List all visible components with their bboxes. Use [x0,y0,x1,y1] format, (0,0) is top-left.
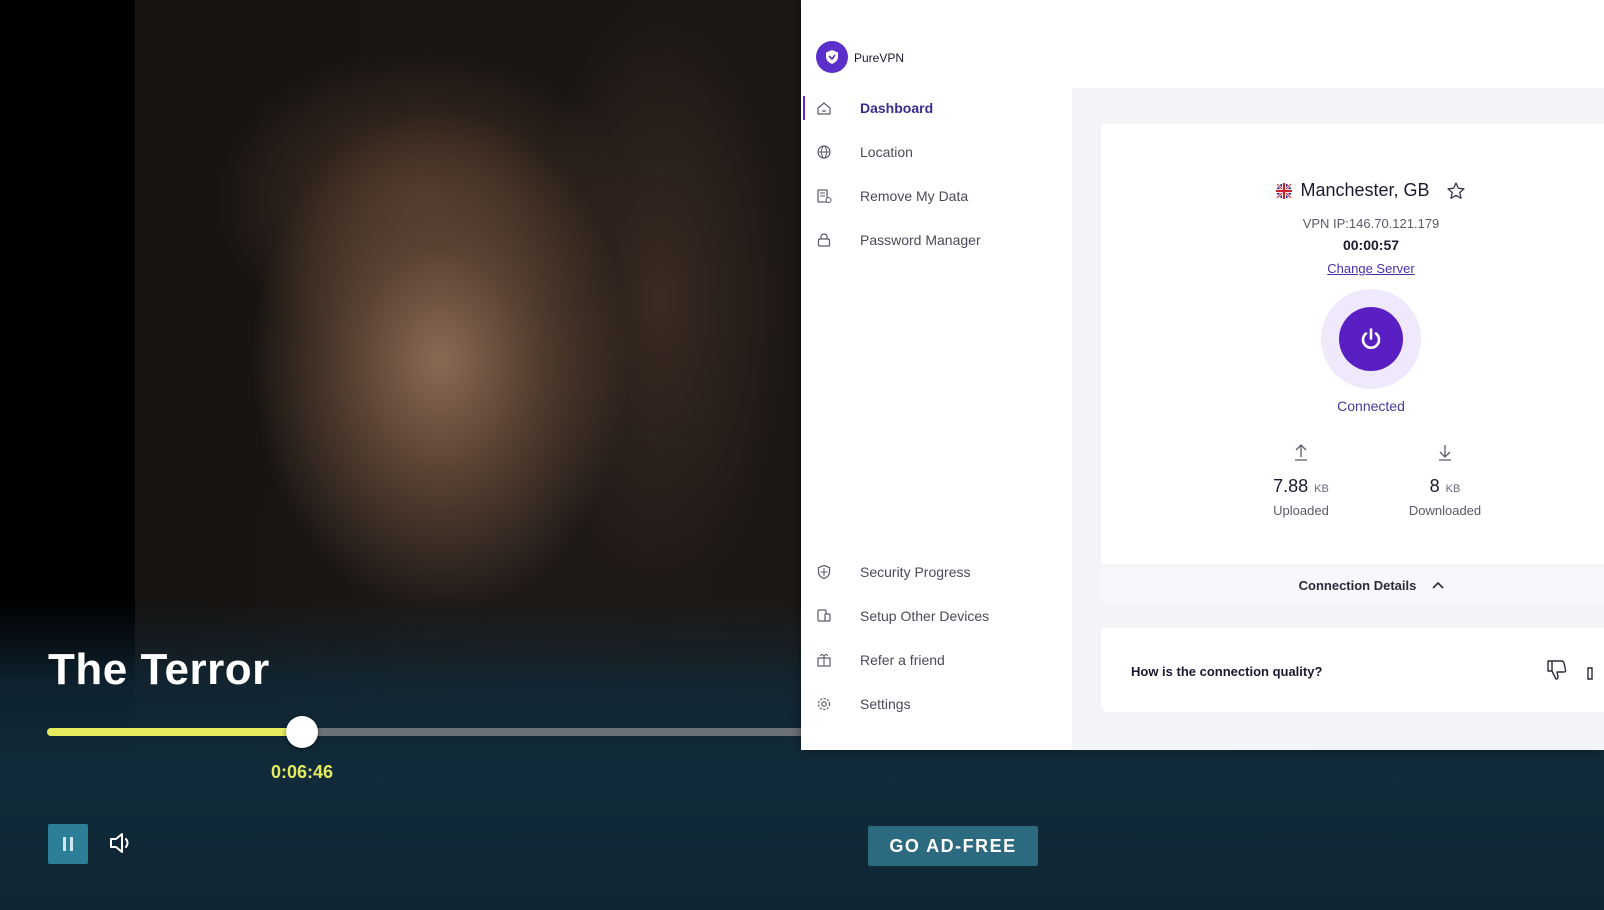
pause-icon-bar-right [70,837,73,851]
sidebar-item-label: Location [860,144,913,160]
sidebar: Dashboard Location Remove My Data Passwo… [801,88,1072,750]
sidebar-item-remove-my-data[interactable]: Remove My Data [801,176,1072,216]
screen: The Terror 0:06:46 GO AD-FREE PureVPN Da… [0,0,1604,910]
volume-button[interactable] [108,830,134,856]
progress-bar[interactable] [47,716,807,748]
power-button-halo [1321,289,1421,389]
sidebar-item-setup-other-devices[interactable]: Setup Other Devices [801,596,1072,636]
upload-stat: 7.88 KB Uploaded [1246,442,1356,518]
thumbs-up-icon[interactable] [1587,662,1601,680]
sidebar-item-label: Setup Other Devices [860,608,990,624]
globe-icon [817,145,831,159]
sidebar-item-label: Remove My Data [860,188,969,204]
connection-quality-question: How is the connection quality? [1131,664,1323,679]
upload-unit: KB [1314,483,1329,495]
sidebar-item-label: Refer a friend [860,652,945,668]
download-label: Downloaded [1408,503,1482,518]
sidebar-item-settings[interactable]: Settings [801,684,1072,724]
connection-details-toggle[interactable]: Connection Details [1101,567,1604,603]
lock-icon [817,233,831,247]
brand-name: PureVPN [854,51,905,65]
upload-value-line: 7.88 KB [1246,476,1356,497]
power-icon [1361,328,1381,349]
connection-status-card: Manchester, GB VPN IP:146.70.121.179 00:… [1101,124,1604,564]
connection-details-label: Connection Details [1298,577,1417,593]
current-time: 0:06:46 [270,762,334,782]
dashboard-content: Manchester, GB VPN IP:146.70.121.179 00:… [1072,88,1604,750]
sidebar-item-label: Dashboard [860,100,934,116]
chevron-up-icon [1432,581,1444,589]
sidebar-item-label: Settings [860,696,911,712]
volume-icon [110,833,129,853]
upload-label: Uploaded [1273,503,1329,518]
shield-logo-icon [826,50,838,64]
upload-value: 7.88 [1273,476,1309,496]
change-server-link[interactable]: Change Server [1101,261,1604,276]
sidebar-item-location[interactable]: Location [801,132,1072,172]
vpn-header: PureVPN [801,0,1604,88]
connection-status: Connected [1337,398,1405,414]
sidebar-item-refer-a-friend[interactable]: Refer a friend [801,640,1072,680]
download-unit: KB [1445,483,1461,495]
sidebar-item-password-manager[interactable]: Password Manager [801,220,1072,260]
go-ad-free-button[interactable]: GO AD-FREE [868,826,1038,866]
gear-icon [817,697,831,711]
gift-icon [817,653,831,667]
thumbs-down-icon[interactable] [1545,658,1569,682]
sidebar-item-dashboard[interactable]: Dashboard [801,88,1072,128]
vpn-app-window: PureVPN Dashboard Location Remove My Dat… [801,0,1604,750]
progress-handle[interactable] [286,716,318,748]
pause-button[interactable] [48,824,88,864]
server-location: Manchester, GB [1300,180,1430,200]
data-removal-icon [817,189,832,203]
download-value-line: 8 KB [1390,476,1500,497]
progress-fill [47,728,302,736]
download-value: 8 [1429,476,1440,496]
vpn-ip: VPN IP:146.70.121.179 [1302,216,1440,231]
purevpn-logo [816,41,848,73]
show-title: The Terror [48,645,270,694]
sidebar-item-label: Password Manager [860,232,981,248]
connection-quality-card: How is the connection quality? [1101,628,1604,712]
pause-icon-bar-left [63,837,66,851]
download-stat: 8 KB Downloaded [1390,442,1500,518]
power-button[interactable] [1339,307,1403,371]
favorite-star-icon[interactable] [1446,181,1466,201]
home-icon [817,102,831,115]
shield-icon [817,564,831,580]
uk-flag-icon [1276,182,1293,199]
sidebar-item-security-progress[interactable]: Security Progress [801,552,1072,592]
connection-timer: 00:00:57 [1342,237,1400,253]
sidebar-item-label: Security Progress [860,564,971,580]
devices-icon [817,609,831,622]
download-arrow-icon [1439,445,1451,461]
upload-arrow-icon [1295,444,1307,461]
location-row: Manchester, GB [1101,180,1604,201]
